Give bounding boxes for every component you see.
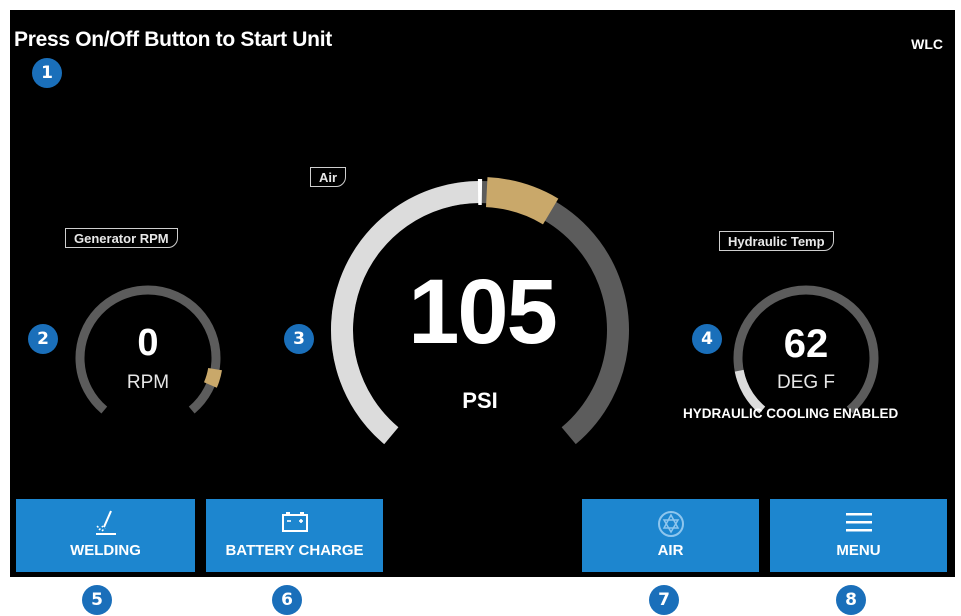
callout-marker-8: 8 [836,585,866,615]
welding-label: WELDING [70,542,141,559]
menu-icon [845,513,872,532]
menu-button[interactable]: MENU [770,499,947,572]
hydraulic-temp-value: 62 [783,322,829,366]
hydraulic-temp-tag: Hydraulic Temp [719,231,834,251]
callout-marker-1: 1 [32,58,62,88]
welding-icon [95,510,116,535]
display-screen: Press On/Off Button to Start Unit WLC Ge… [10,10,955,577]
callout-marker-5: 5 [82,585,112,615]
callout-marker-4: 4 [692,324,722,354]
generator-rpm-unit: RPM [126,372,170,393]
air-tag: Air [310,167,347,187]
air-psi-setpoint-band [485,177,559,225]
battery-icon [281,512,308,532]
air-button[interactable]: AIR [582,499,759,572]
menu-label: MENU [836,542,881,559]
generator-rpm-setpoint-marker [203,367,222,388]
hydraulic-temp-fill [734,369,766,414]
air-psi-unit: PSI [462,388,498,413]
air-psi-value: 105 [408,261,557,363]
callout-marker-6: 6 [272,585,302,615]
hydraulic-cooling-note: HYDRAULIC COOLING ENABLED [683,406,899,421]
callout-marker-7: 7 [649,585,679,615]
air-label: AIR [657,542,684,559]
hydraulic-temp-unit: DEG F [776,372,836,393]
generator-rpm-tag: Generator RPM [65,228,178,248]
battery-charge-label: BATTERY CHARGE [225,542,364,559]
battery-charge-button[interactable]: BATTERY CHARGE [206,499,383,572]
welding-button[interactable]: WELDING [16,499,195,572]
callout-marker-2: 2 [28,324,58,354]
air-icon [657,511,684,537]
generator-rpm-value: 0 [137,322,159,364]
callout-marker-3: 3 [284,324,314,354]
